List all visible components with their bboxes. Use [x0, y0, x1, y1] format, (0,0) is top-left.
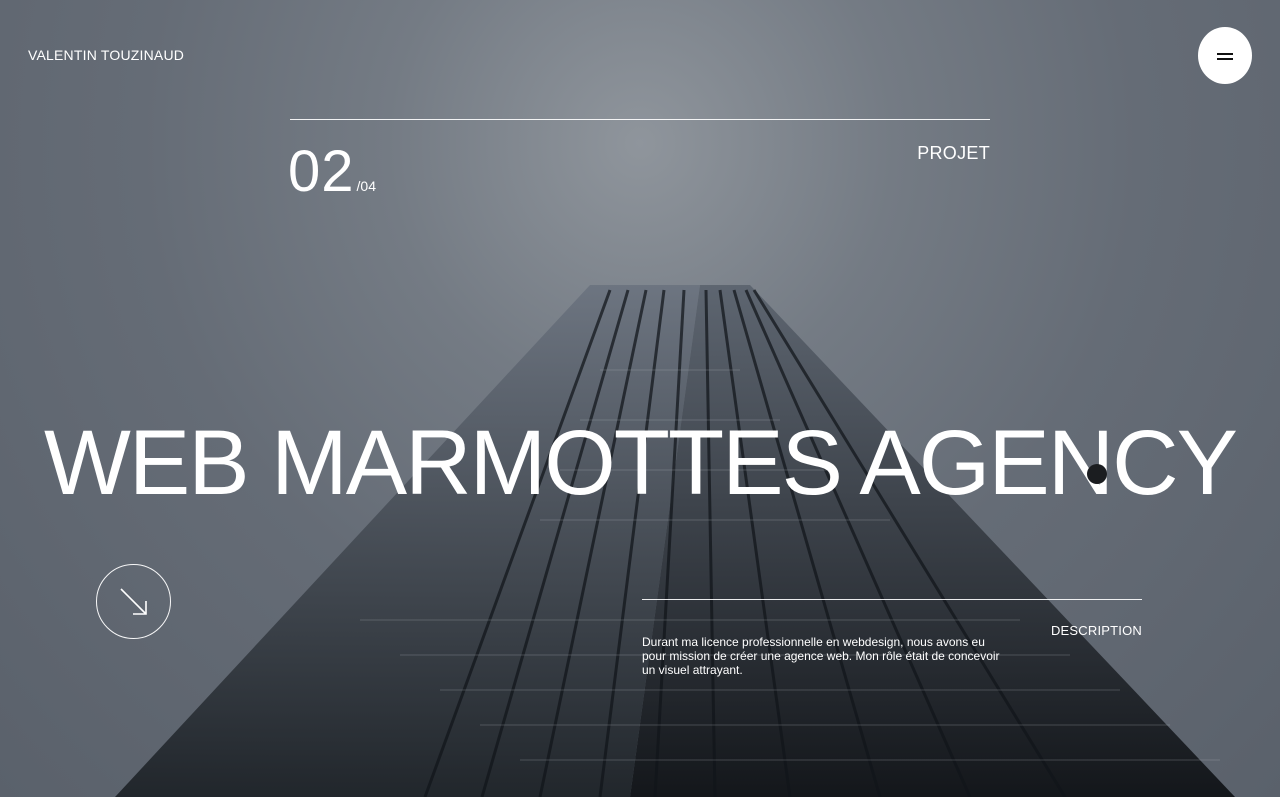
menu-icon-line-top [1217, 53, 1233, 55]
project-index: 02 [288, 139, 355, 204]
description-divider [642, 599, 1142, 600]
project-total: /04 [356, 178, 376, 194]
hamburger-menu-icon [1217, 53, 1233, 60]
project-description: Durant ma licence professionnelle en web… [642, 635, 1000, 677]
section-label: PROJET [917, 143, 990, 163]
project-slide: VALENTIN TOUZINAUD 02/04 PROJET WEB MARM… [0, 0, 1280, 797]
cursor-dot [1087, 464, 1107, 484]
top-divider [290, 119, 990, 120]
project-counter: 02/04 [288, 140, 376, 204]
project-title: WEB MARMOTTES AGENCY [44, 411, 1238, 514]
arrow-down-right-icon [120, 588, 147, 615]
description-label: DESCRIPTION [1050, 623, 1142, 638]
menu-button[interactable] [1198, 27, 1252, 84]
scroll-down-button[interactable] [96, 564, 171, 639]
menu-icon-line-bottom [1217, 58, 1233, 60]
site-owner-name[interactable]: VALENTIN TOUZINAUD [28, 47, 184, 63]
